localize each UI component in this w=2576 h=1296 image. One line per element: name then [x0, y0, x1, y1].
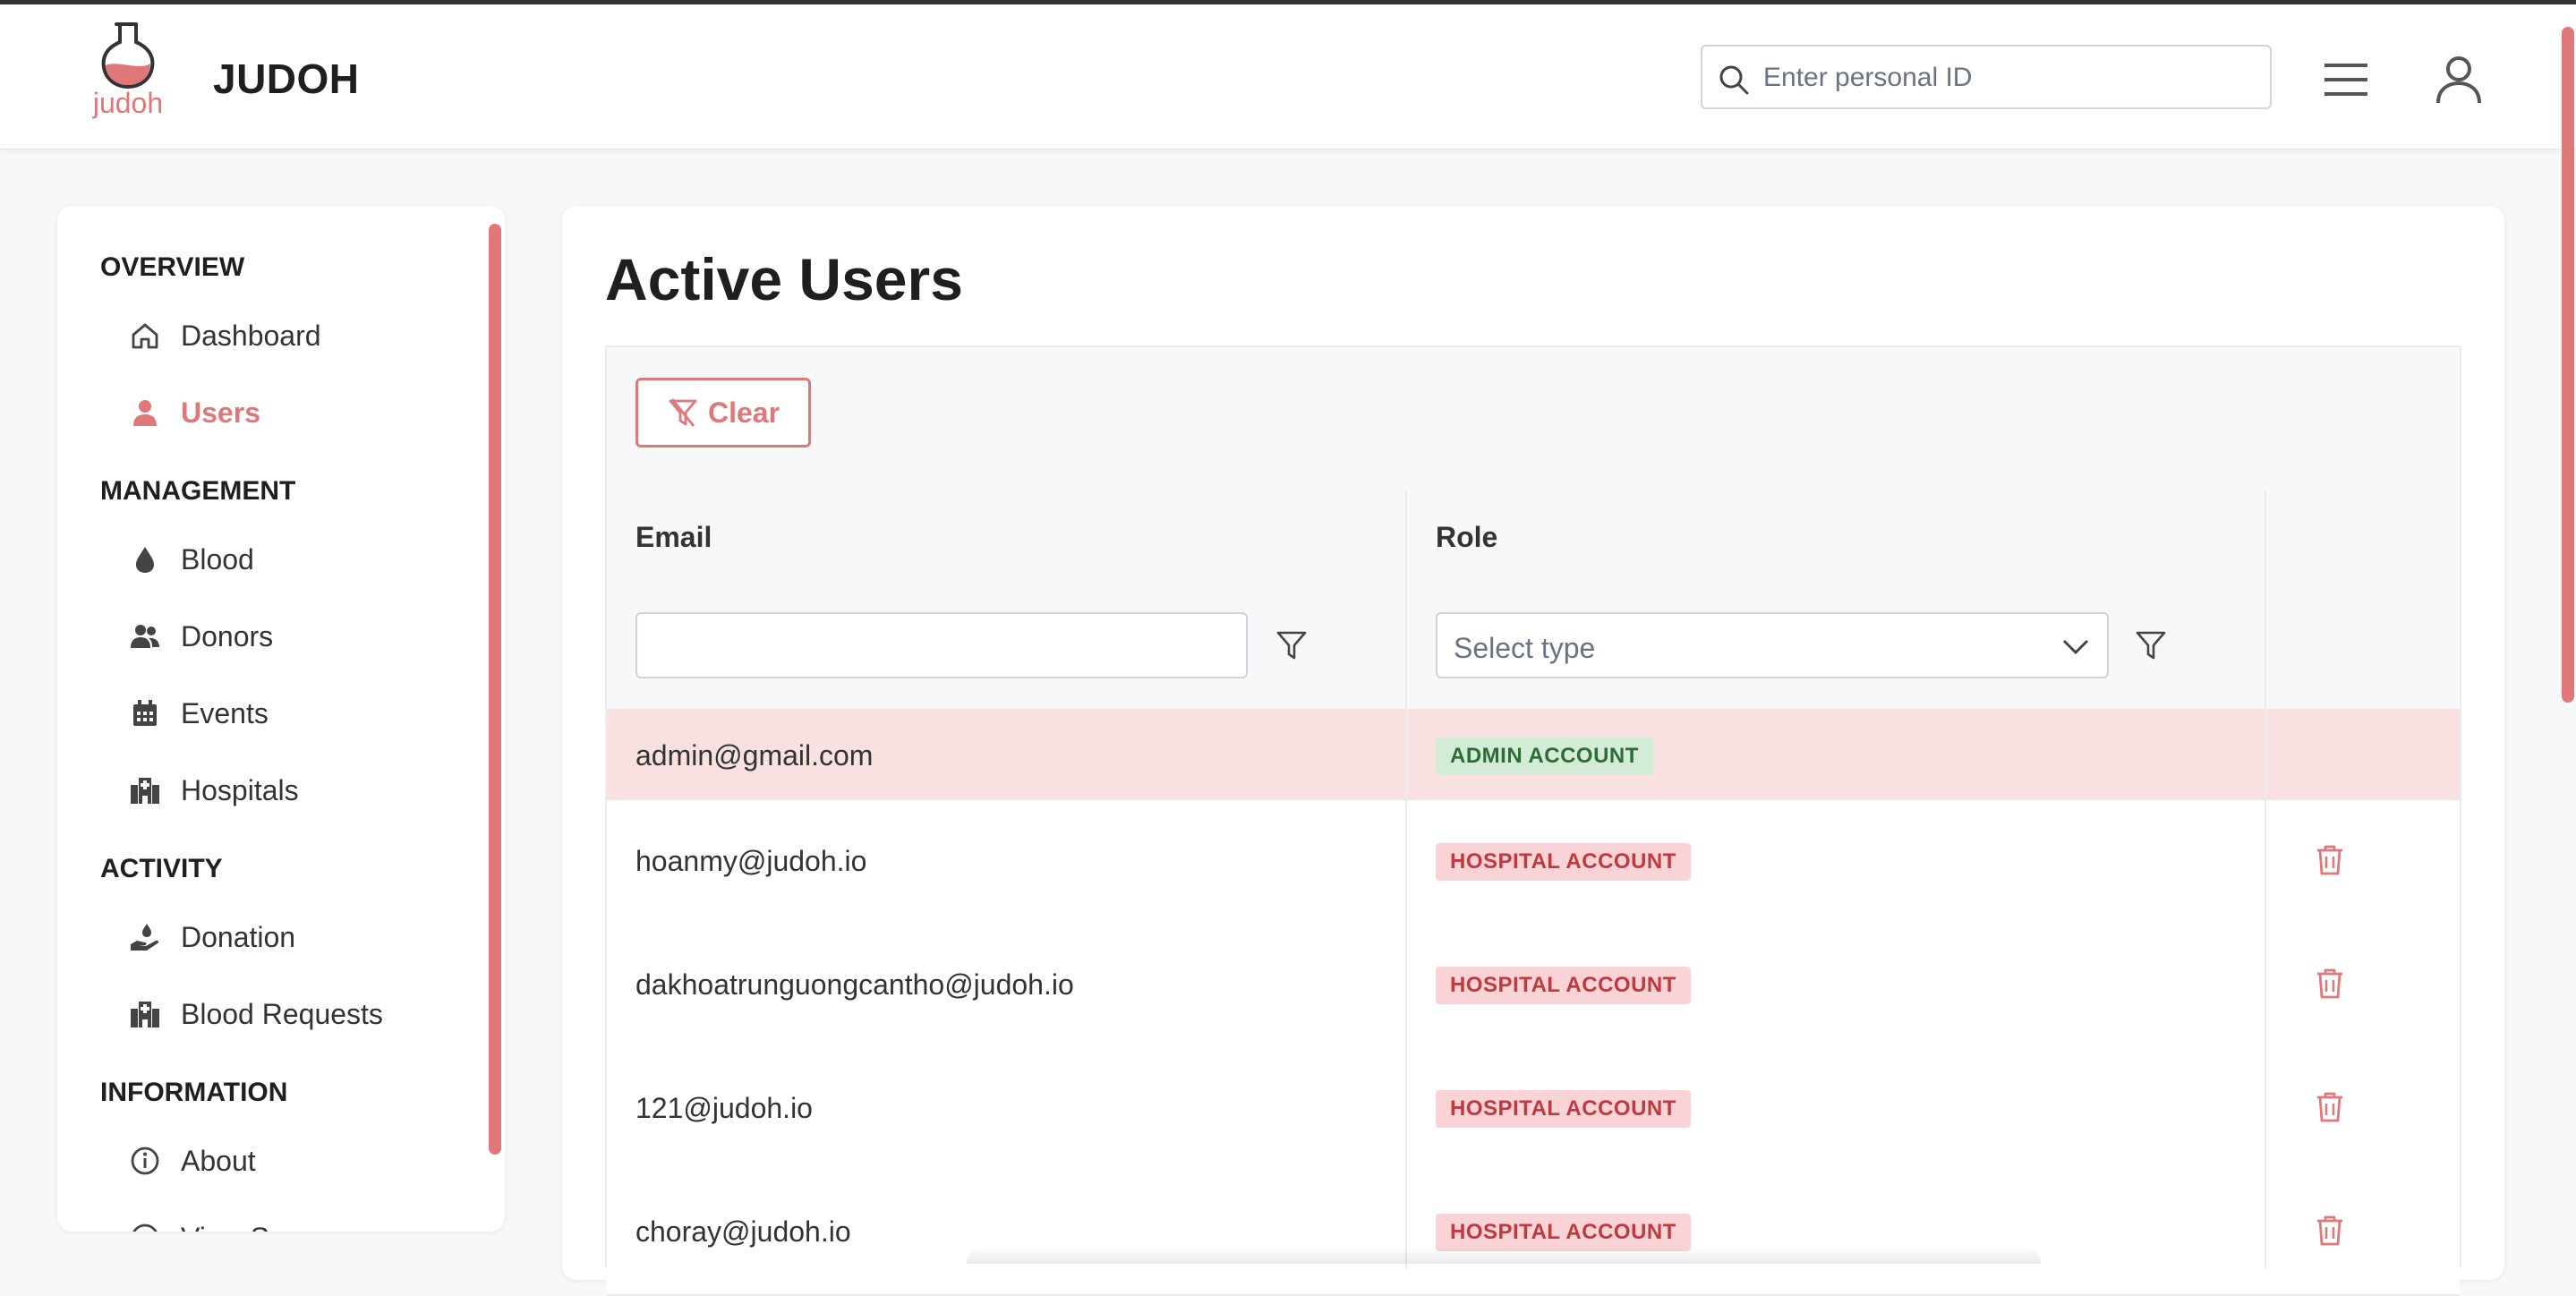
row-email: dakhoatrunguongcantho@judoh.io — [635, 968, 1074, 1001]
bottom-shadow — [967, 1246, 2041, 1264]
table-row[interactable]: hoanmy@judoh.io HOSPITAL ACCOUNT — [607, 800, 2460, 925]
sidebar-item-dashboard[interactable]: Dashboard — [129, 311, 469, 360]
flask-icon — [101, 22, 155, 90]
table-filter-row: Select type — [607, 584, 2460, 711]
table-row[interactable]: admin@gmail.com ADMIN ACCOUNT — [607, 709, 2460, 802]
trash-icon[interactable] — [2315, 1214, 2345, 1248]
hospital-icon — [131, 778, 159, 804]
hamburger-icon[interactable] — [2322, 60, 2370, 99]
section-title-overview: OVERVIEW — [100, 252, 245, 282]
user-icon — [133, 400, 157, 426]
page-title: Active Users — [605, 246, 963, 312]
page-scrollbar[interactable] — [2562, 27, 2574, 703]
users-icon — [131, 625, 159, 648]
sidebar-item-label: Users — [181, 396, 260, 429]
trash-icon[interactable] — [2315, 967, 2345, 1001]
search-box[interactable] — [1701, 45, 2272, 109]
email-filter-input[interactable] — [635, 612, 1248, 678]
sidebar-item-label: Events — [181, 696, 269, 729]
hospital-icon — [131, 1002, 159, 1027]
role-badge: ADMIN ACCOUNT — [1436, 738, 1653, 775]
home-icon — [132, 323, 158, 349]
table-row[interactable]: 121@judoh.io HOSPITAL ACCOUNT — [607, 1047, 2460, 1172]
section-title-management: MANAGEMENT — [100, 476, 296, 506]
code-icon — [132, 1224, 158, 1232]
filter-icon[interactable] — [2134, 628, 2168, 662]
hand-drop-icon — [131, 924, 159, 951]
table-row[interactable]: choray@judoh.io HOSPITAL ACCOUNT — [607, 1171, 2460, 1296]
top-header: judoh JUDOH — [0, 4, 2576, 149]
sidebar-item-events[interactable]: Events — [129, 689, 469, 738]
info-icon — [131, 1147, 159, 1175]
sidebar-item-donors[interactable]: Donors — [129, 612, 469, 661]
sidebar-item-label: Donors — [181, 619, 274, 652]
sidebar-item-users[interactable]: Users — [129, 388, 469, 437]
sidebar-item-label: Blood — [181, 542, 254, 576]
sidebar-item-label: Donation — [181, 920, 296, 953]
sidebar-scrollbar[interactable] — [489, 224, 501, 1155]
section-title-activity: ACTIVITY — [100, 854, 223, 883]
clear-filters-button[interactable]: Clear — [635, 378, 811, 448]
trash-icon[interactable] — [2315, 1090, 2345, 1124]
sidebar-item-hospitals[interactable]: Hospitals — [129, 766, 469, 814]
role-badge: HOSPITAL ACCOUNT — [1436, 843, 1691, 881]
sidebar-item-label: Dashboard — [181, 319, 321, 352]
row-email: admin@gmail.com — [635, 739, 874, 772]
sidebar-item-blood-requests[interactable]: Blood Requests — [129, 990, 469, 1038]
table-header-row: Email Role — [607, 490, 2460, 585]
filter-slash-icon — [669, 398, 697, 427]
column-divider — [1405, 490, 1407, 1269]
logo-text: judoh — [92, 87, 164, 119]
sidebar-item-view-source[interactable]: View Source — [129, 1214, 469, 1232]
drop-icon — [136, 547, 154, 573]
sidebar-item-label: View Source — [181, 1222, 341, 1232]
role-filter-placeholder: Select type — [1454, 632, 1596, 664]
search-input[interactable] — [1761, 54, 2266, 102]
chevron-down-icon — [2062, 639, 2089, 655]
search-icon — [1719, 65, 1749, 95]
app-logo[interactable]: judoh — [90, 19, 166, 119]
role-badge: HOSPITAL ACCOUNT — [1436, 967, 1691, 1004]
calendar-icon — [133, 700, 157, 726]
filter-icon[interactable] — [1275, 628, 1309, 662]
sidebar-item-label: Hospitals — [181, 773, 299, 806]
section-title-information: INFORMATION — [100, 1078, 288, 1107]
sidebar-item-blood[interactable]: Blood — [129, 535, 469, 584]
row-email: 121@judoh.io — [635, 1092, 813, 1124]
column-divider — [2265, 490, 2266, 1269]
sidebar: OVERVIEW Dashboard Users MANAGEMENT Bloo… — [57, 206, 505, 1232]
clear-label: Clear — [707, 396, 780, 429]
user-icon[interactable] — [2435, 55, 2483, 105]
app-title[interactable]: JUDOH — [213, 55, 360, 103]
row-email: hoanmy@judoh.io — [635, 845, 867, 877]
sidebar-item-about[interactable]: About — [129, 1137, 469, 1185]
trash-icon[interactable] — [2315, 843, 2345, 877]
users-table: Clear Email Role Select type admin@gmail… — [605, 345, 2461, 1296]
column-header-role[interactable]: Role — [1436, 521, 1497, 554]
table-row[interactable]: dakhoatrunguongcantho@judoh.io HOSPITAL … — [607, 924, 2460, 1049]
column-header-email[interactable]: Email — [635, 521, 712, 554]
table-toolbar: Clear — [607, 347, 2460, 492]
role-badge: HOSPITAL ACCOUNT — [1436, 1090, 1691, 1128]
sidebar-item-label: About — [181, 1144, 256, 1177]
sidebar-item-donation[interactable]: Donation — [129, 913, 469, 961]
role-filter-select[interactable]: Select type — [1436, 612, 2109, 678]
row-email: choray@judoh.io — [635, 1215, 851, 1248]
sidebar-item-label: Blood Requests — [181, 997, 383, 1030]
